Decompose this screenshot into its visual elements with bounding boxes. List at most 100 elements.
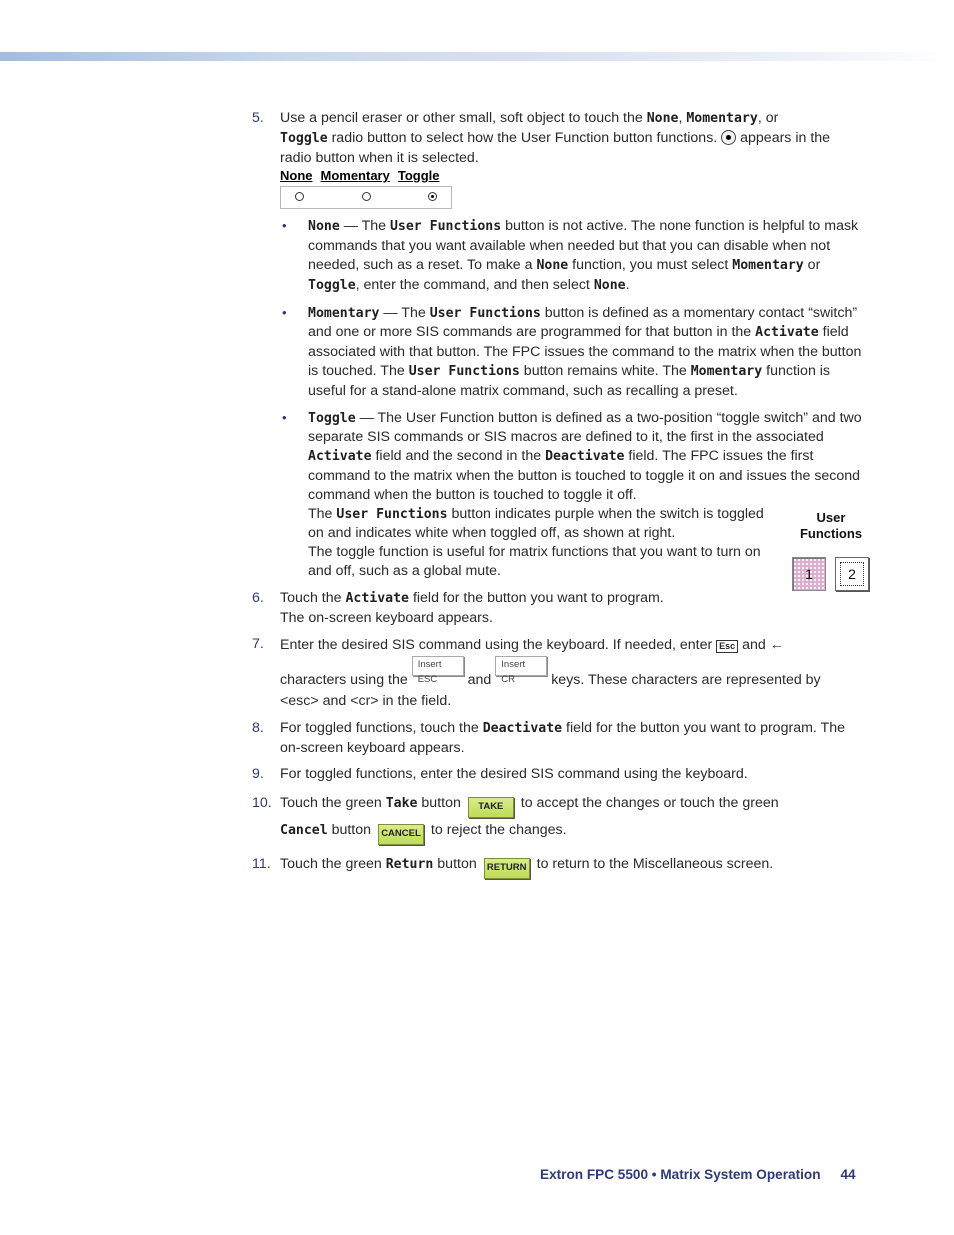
text: For toggled functions, touch the — [280, 720, 483, 737]
term-return: Return — [385, 856, 434, 872]
term-activate: Activate — [308, 449, 372, 465]
page-footer: Extron FPC 5500 • Matrix System Operatio… — [540, 1167, 856, 1182]
text: — The — [339, 218, 390, 235]
term-momentary: Momentary — [732, 257, 804, 273]
return-button[interactable]: RETURN — [483, 857, 530, 879]
insert-esc-button[interactable]: Insert ESC — [411, 656, 464, 685]
text: button — [327, 821, 375, 838]
user-functions-figure: User Functions 1 2 — [790, 510, 872, 596]
step-5: 5. Use a pencil eraser or other small, s… — [252, 109, 862, 210]
header-gradient-bar — [0, 52, 954, 61]
text: button — [417, 794, 465, 811]
term-none: None — [646, 111, 679, 126]
return-arrow-icon: ← — [769, 636, 784, 653]
step-number: 10. — [252, 794, 272, 811]
text: — The — [379, 304, 430, 321]
step-7: 7. Enter the desired SIS command using t… — [252, 634, 862, 712]
term-user-functions: User Functions — [389, 219, 502, 235]
step-9: 9. For toggled functions, enter the desi… — [252, 765, 862, 784]
radio-group — [280, 186, 452, 210]
text: and — [738, 637, 770, 654]
radio-label-toggle: Toggle — [397, 168, 440, 184]
term-deactivate: Deactivate — [545, 449, 625, 465]
user-function-button-1[interactable]: 1 — [792, 557, 826, 591]
step-number: 5. — [252, 110, 264, 126]
term-take: Take — [385, 795, 418, 811]
radio-toggle[interactable] — [428, 192, 437, 202]
text: — The User Function button is defined as… — [308, 409, 862, 446]
text: radio button to select how the User Func… — [327, 129, 722, 146]
bullet-toggle: • Toggle — The User Function button is d… — [252, 409, 862, 581]
step-8: 8. For toggled functions, touch the Deac… — [252, 719, 862, 758]
step-number: 11. — [252, 855, 271, 872]
radio-label-none: None — [280, 168, 313, 184]
term-cancel: Cancel — [280, 822, 328, 838]
page-content: 5. Use a pencil eraser or other small, s… — [252, 109, 862, 886]
step-number: 6. — [252, 589, 264, 606]
text: or — [803, 256, 821, 273]
esc-key-icon: Esc — [716, 640, 739, 654]
term-user-functions: User Functions — [408, 363, 520, 379]
text: to accept the changes or touch the green — [516, 794, 779, 811]
user-function-button-2[interactable]: 2 — [835, 557, 869, 591]
term-user-functions: User Functions — [336, 506, 448, 522]
bullet-momentary: • Momentary — The User Functions button … — [252, 304, 862, 401]
text: field and the second in the — [371, 448, 546, 465]
radio-selected-icon — [721, 129, 737, 145]
term-activate: Activate — [755, 325, 819, 341]
step-number: 9. — [252, 765, 264, 782]
term-momentary: Momentary — [686, 111, 758, 126]
step-number: 7. — [252, 636, 264, 653]
button-label: 2 — [840, 562, 864, 586]
text: The toggle function is useful for matrix… — [308, 544, 761, 579]
bullet-dot: • — [282, 304, 287, 320]
user-functions-title: User Functions — [790, 510, 872, 542]
text: characters using the — [280, 672, 412, 689]
text: Touch the green — [280, 855, 386, 872]
text: to return to the Miscellaneous screen. — [532, 855, 774, 872]
term-momentary: Momentary — [308, 305, 380, 321]
text: . — [625, 276, 630, 293]
step-10: 10. Touch the green Take button TAKE to … — [252, 791, 862, 845]
term-momentary: Momentary — [690, 363, 763, 379]
term-user-functions: User Functions — [429, 305, 541, 321]
text: button remains white. The — [519, 362, 691, 379]
bullet-none: • None — The User Functions button is no… — [252, 217, 862, 295]
term-toggle: Toggle — [308, 410, 356, 426]
text: Touch the green — [280, 794, 386, 811]
text: Enter the desired SIS command using the … — [280, 637, 717, 654]
radio-momentary[interactable] — [362, 192, 371, 202]
term-none: None — [593, 277, 626, 293]
text: and — [463, 672, 496, 689]
cancel-button[interactable]: CANCEL — [377, 823, 424, 845]
term-toggle: Toggle — [280, 130, 328, 146]
term-deactivate: Deactivate — [482, 721, 563, 737]
bullet-dot: • — [282, 409, 287, 425]
text: For toggled functions, enter the desired… — [280, 765, 748, 782]
take-button[interactable]: TAKE — [467, 796, 514, 818]
title-line: User — [816, 510, 846, 525]
step-11: 11. Touch the green Return button RETURN… — [252, 852, 862, 879]
footer-title: Extron FPC 5500 • Matrix System Operatio… — [540, 1167, 821, 1182]
text: The — [308, 505, 337, 522]
radio-labels: None Momentary Toggle — [280, 167, 862, 184]
text: , or — [757, 110, 779, 126]
text: to reject the changes. — [426, 821, 567, 838]
step-6: 6. Touch the Activate field for the butt… — [252, 589, 862, 628]
term-none: None — [308, 219, 340, 235]
insert-cr-button[interactable]: Insert CR — [495, 656, 548, 685]
text: , enter the command, and then select — [355, 276, 594, 293]
term-none: None — [536, 257, 569, 273]
page-number: 44 — [840, 1167, 856, 1182]
step-number: 8. — [252, 720, 264, 737]
text: Use a pencil eraser or other small, soft… — [280, 110, 647, 126]
bullet-dot: • — [282, 218, 287, 234]
radio-label-momentary: Momentary — [320, 168, 390, 184]
text: button — [433, 855, 481, 872]
radio-none[interactable] — [295, 192, 304, 202]
title-line: Functions — [799, 526, 863, 541]
text: Touch the — [280, 589, 346, 606]
term-activate: Activate — [345, 590, 409, 606]
text: The on-screen keyboard appears. — [280, 609, 493, 626]
text: function, you must select — [568, 256, 733, 273]
